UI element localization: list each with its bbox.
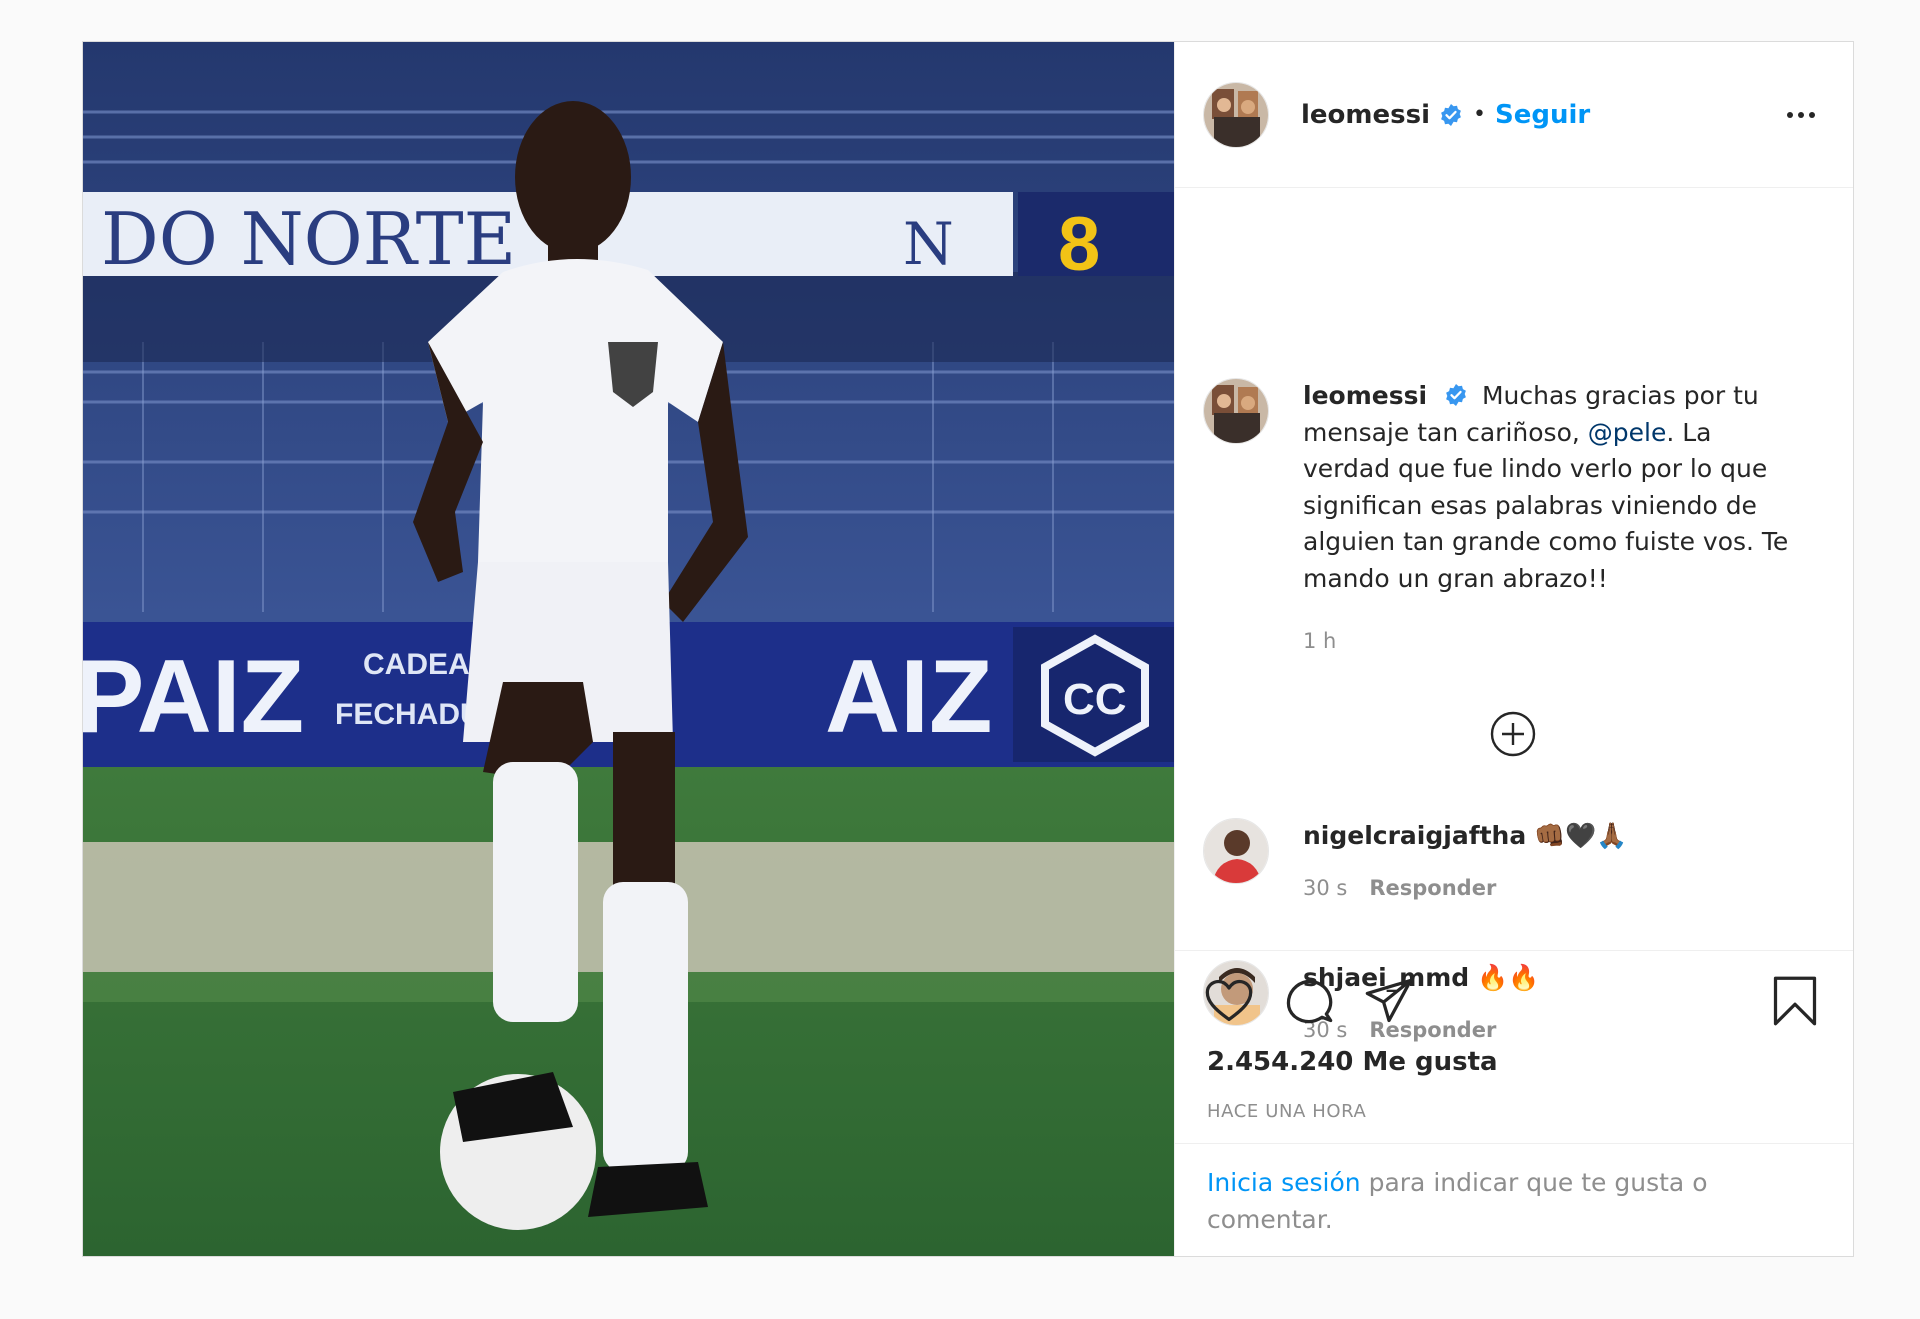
post-photo[interactable]: DO NORTE N 8 PAIZ CADEADOS FECHADURA AIZ… bbox=[83, 42, 1174, 1256]
avatar[interactable] bbox=[1203, 81, 1269, 148]
photo-illustration: DO NORTE N 8 PAIZ CADEADOS FECHADURA AIZ… bbox=[83, 42, 1174, 1256]
plus-circle-icon[interactable] bbox=[1489, 710, 1537, 758]
caption-text: leomessi Muchas gracias por tu mensaje t… bbox=[1303, 378, 1803, 660]
action-bar bbox=[1175, 975, 1853, 1027]
verified-badge-icon bbox=[1446, 384, 1466, 406]
banner-letter: N bbox=[903, 210, 954, 278]
follow-button[interactable]: Seguir bbox=[1495, 100, 1590, 130]
login-link[interactable]: Inicia sesión bbox=[1207, 1168, 1361, 1197]
post-author-username[interactable]: leomessi bbox=[1301, 100, 1430, 130]
share-icon[interactable] bbox=[1363, 975, 1415, 1027]
comment-icon[interactable] bbox=[1283, 975, 1335, 1027]
comment-text: 👊🏾🖤🙏🏾 bbox=[1534, 821, 1628, 850]
header-separator: • bbox=[1473, 102, 1486, 127]
reply-button[interactable]: Responder bbox=[1369, 876, 1496, 900]
post-footer: 2.454.240 Me gusta HACE UNA HORA Inicia … bbox=[1175, 950, 1853, 1256]
login-prompt: Inicia sesión para indicar que te gusta … bbox=[1175, 1143, 1853, 1238]
avatar[interactable] bbox=[1203, 378, 1269, 444]
caption-mention-link[interactable]: @pele bbox=[1588, 418, 1667, 447]
ad-text-left: PAIZ bbox=[83, 639, 304, 755]
ad-logo: CC bbox=[1063, 675, 1127, 724]
more-options-icon[interactable] bbox=[1781, 100, 1821, 130]
caption-timestamp[interactable]: 1 h bbox=[1303, 623, 1803, 660]
comment-item: nigelcraigjaftha 👊🏾🖤🙏🏾 30 s Responder bbox=[1203, 818, 1628, 900]
comments-section: leomessi Muchas gracias por tu mensaje t… bbox=[1175, 188, 1853, 1042]
ad-text-right: AIZ bbox=[825, 639, 993, 755]
post-timestamp[interactable]: HACE UNA HORA bbox=[1207, 1101, 1366, 1122]
comment-username[interactable]: nigelcraigjaftha bbox=[1303, 821, 1526, 850]
banner-text: DO NORTE bbox=[101, 197, 516, 281]
likes-count[interactable]: 2.454.240 Me gusta bbox=[1207, 1047, 1498, 1077]
caption-username[interactable]: leomessi bbox=[1303, 381, 1427, 410]
post-header: leomessi • Seguir bbox=[1175, 42, 1853, 188]
bookmark-icon[interactable] bbox=[1769, 975, 1821, 1027]
banner-number: 8 bbox=[1058, 202, 1100, 287]
avatar[interactable] bbox=[1203, 818, 1269, 884]
post-sidebar: leomessi • Seguir leomessi Muchas gracia… bbox=[1174, 42, 1853, 1256]
verified-badge-icon bbox=[1441, 103, 1461, 126]
caption: leomessi Muchas gracias por tu mensaje t… bbox=[1203, 378, 1803, 660]
comment-timestamp[interactable]: 30 s bbox=[1303, 876, 1347, 900]
instagram-post: DO NORTE N 8 PAIZ CADEADOS FECHADURA AIZ… bbox=[82, 41, 1854, 1257]
heart-icon[interactable] bbox=[1203, 975, 1255, 1027]
